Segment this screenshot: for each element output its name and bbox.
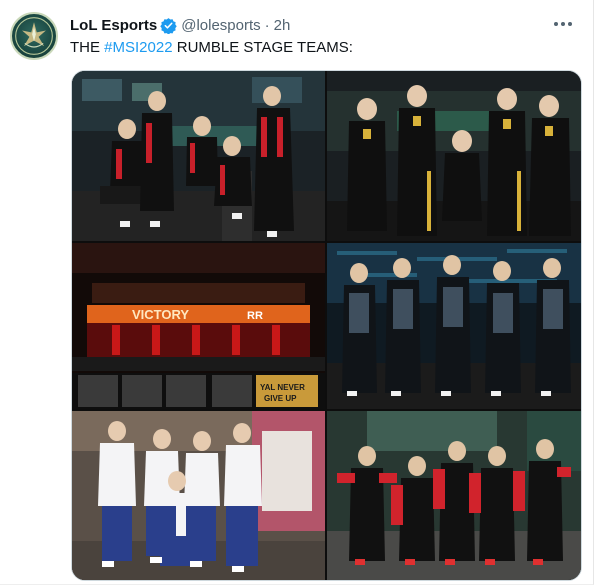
banner-text: VICTORY [132,307,189,322]
team-photo-top-left[interactable] [72,71,325,241]
team-photo-bottom-left[interactable] [72,411,325,580]
hashtag-link[interactable]: #MSI2022 [104,39,172,56]
tweet-card[interactable]: LoL Esports @lolesports · 2h THE #MSI202… [0,0,594,585]
timestamp[interactable]: 2h [274,17,291,34]
team-photo-top-right[interactable] [327,71,581,241]
author-handle[interactable]: @lolesports [181,17,260,34]
tweet-text-suffix: RUMBLE STAGE TEAMS: [172,39,353,56]
author-name[interactable]: LoL Esports [70,17,157,34]
msi-logo-icon[interactable] [10,12,58,60]
banner-text-2: RR [247,310,263,322]
separator-dot: · [264,16,270,34]
media-grid[interactable]: VICTORY RR YAL NEVER GIVE UP [71,70,582,581]
team-photo-middle-left[interactable]: VICTORY RR YAL NEVER GIVE UP [72,243,325,409]
more-options-icon[interactable] [551,14,575,34]
slogan-line-1: YAL NEVER [260,383,305,392]
tweet-text: THE #MSI2022 RUMBLE STAGE TEAMS: [70,38,353,57]
team-photo-middle-right[interactable] [327,243,581,409]
verified-badge-icon [160,17,177,34]
tweet-header: LoL Esports @lolesports · 2h [70,15,290,35]
team-photo-bottom-right[interactable] [327,411,581,580]
slogan-line-2: GIVE UP [264,394,297,403]
tweet-text-prefix: THE [70,39,105,56]
